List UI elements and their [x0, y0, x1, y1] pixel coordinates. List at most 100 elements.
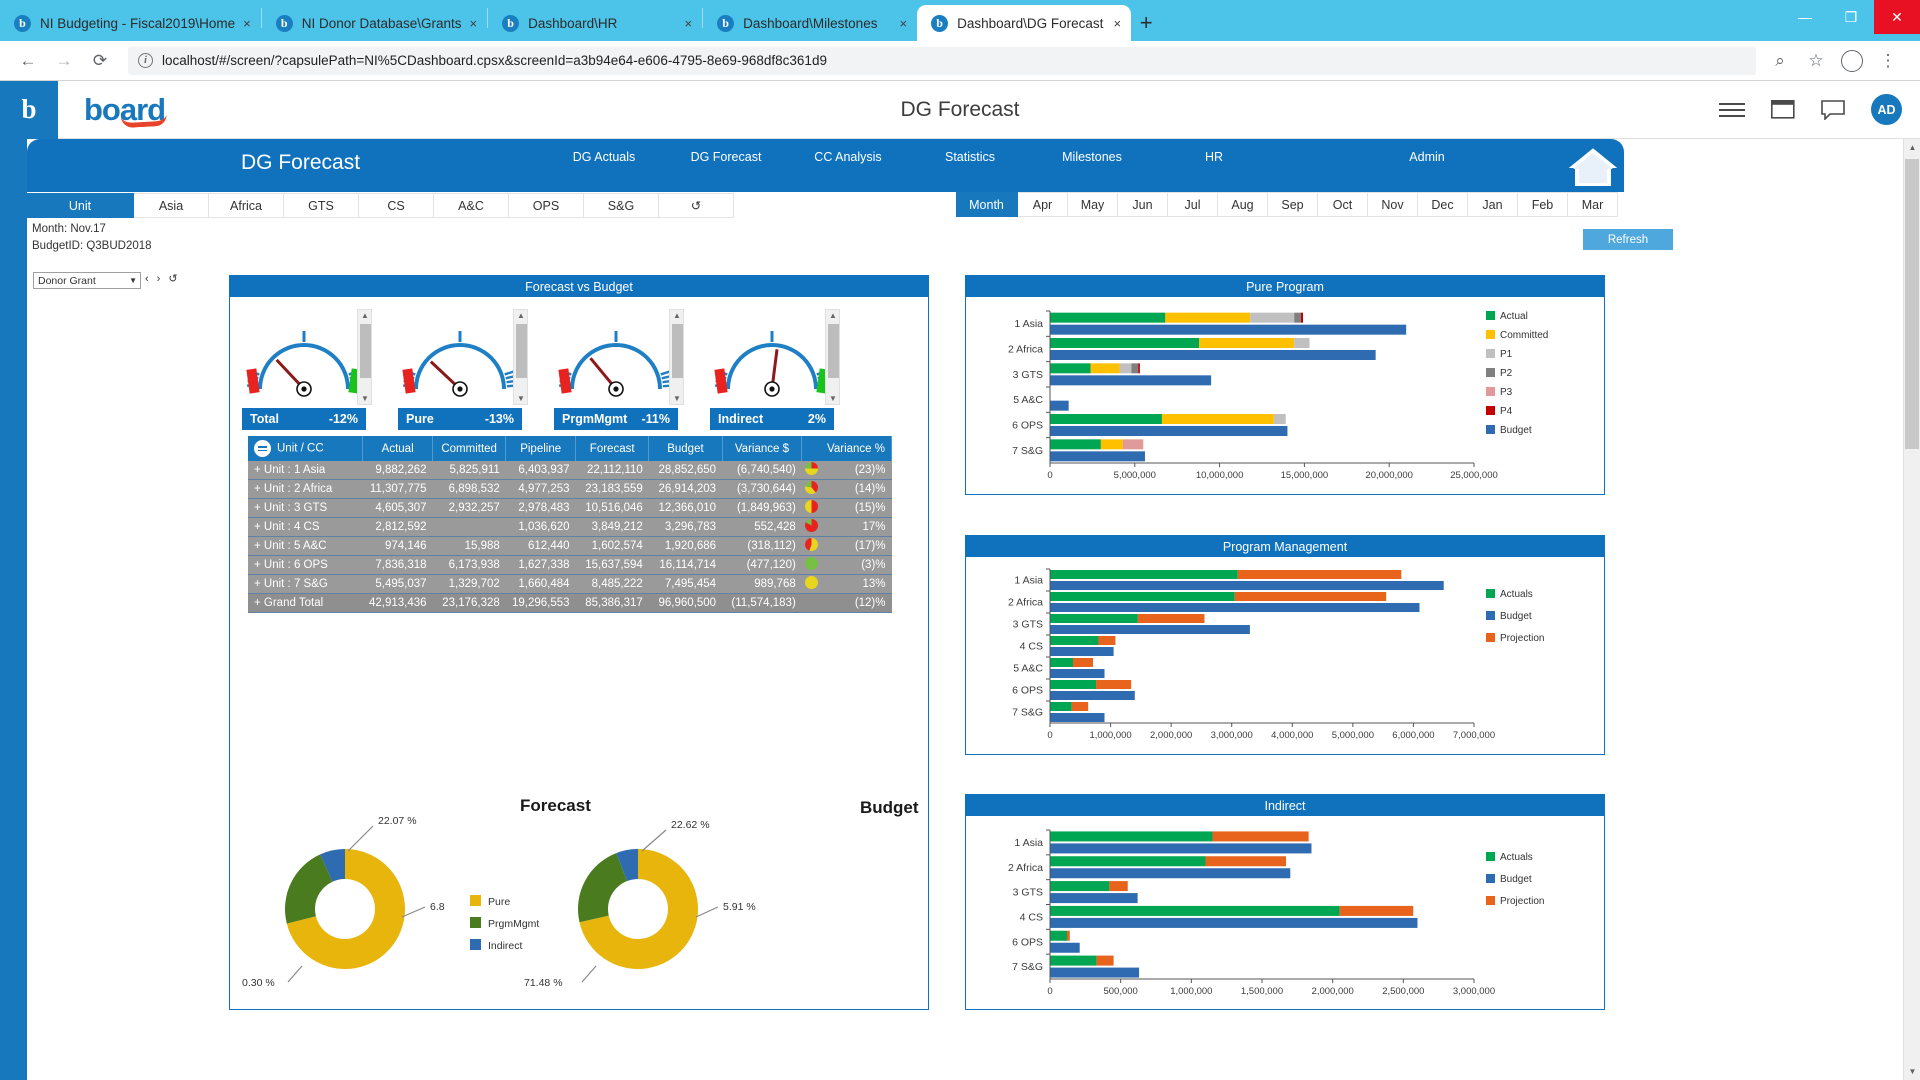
gauge-scrollbar[interactable]: ▲▼	[669, 309, 684, 405]
browser-tab[interactable]: bNI Budgeting - Fiscal2019\Home×	[0, 5, 261, 41]
table-row[interactable]: + Unit : 2 Africa11,307,7756,898,5324,97…	[248, 480, 892, 499]
comment-bubble-icon[interactable]	[1821, 100, 1845, 120]
browser-tab[interactable]: bNI Donor Database\Grants×	[262, 5, 487, 41]
gauge-scroll-thumb[interactable]	[360, 324, 371, 378]
gauge-scroll-up-icon[interactable]: ▲	[361, 311, 369, 320]
scroll-up-icon[interactable]: ▲	[1904, 139, 1920, 156]
nav-tab-milestones[interactable]: Milestones	[1031, 139, 1153, 188]
gauge-scrollbar[interactable]: ▲▼	[825, 309, 840, 405]
month-item-jun[interactable]: Jun	[1118, 192, 1168, 217]
user-avatar[interactable]: AD	[1871, 94, 1902, 125]
tab-close-icon[interactable]: ×	[243, 16, 251, 31]
home-icon[interactable]	[1562, 143, 1624, 190]
address-bar[interactable]: i localhost/#/screen/?capsulePath=NI%5CD…	[128, 47, 1756, 75]
unit-item-asia[interactable]: Asia	[134, 193, 209, 218]
table-row[interactable]: + Unit : 5 A&C974,14615,988612,4401,602,…	[248, 537, 892, 556]
month-item-jan[interactable]: Jan	[1468, 192, 1518, 217]
maximize-button[interactable]: ❐	[1828, 0, 1874, 34]
scroll-down-icon[interactable]: ▼	[1904, 1063, 1920, 1080]
table-col-header[interactable]: Pipeline	[506, 436, 576, 461]
table-col-header[interactable]: Variance $	[722, 436, 802, 461]
nav-tab-cc-analysis[interactable]: CC Analysis	[787, 139, 909, 188]
month-item-jul[interactable]: Jul	[1168, 192, 1218, 217]
tab-close-icon[interactable]: ×	[685, 16, 693, 31]
table-row[interactable]: + Unit : 3 GTS4,605,3072,932,2572,978,48…	[248, 499, 892, 518]
gauge-scroll-up-icon[interactable]: ▲	[517, 311, 525, 320]
unit-selector-label[interactable]: Unit	[27, 193, 134, 218]
gauge-scroll-thumb[interactable]	[672, 324, 683, 378]
month-item-may[interactable]: May	[1068, 192, 1118, 217]
month-item-feb[interactable]: Feb	[1518, 192, 1568, 217]
nav-tab-statistics[interactable]: Statistics	[909, 139, 1031, 188]
gauge-scrollbar[interactable]: ▲▼	[357, 309, 372, 405]
table-col-header[interactable]: Forecast	[576, 436, 649, 461]
page-scrollbar[interactable]: ▲ ▼	[1903, 139, 1920, 1080]
month-item-mar[interactable]: Mar	[1568, 192, 1618, 217]
browser-tab[interactable]: bDashboard\HR×	[488, 5, 702, 41]
minimize-button[interactable]: —	[1782, 0, 1828, 34]
table-row[interactable]: + Unit : 7 S&G5,495,0371,329,7021,660,48…	[248, 575, 892, 594]
nav-tab-hr[interactable]: HR	[1153, 139, 1275, 188]
refresh-button[interactable]: Refresh	[1583, 229, 1673, 250]
gauge-scroll-down-icon[interactable]: ▼	[673, 394, 681, 403]
next-icon[interactable]: ›	[157, 273, 161, 285]
gauge-scroll-thumb[interactable]	[516, 324, 527, 378]
close-window-button[interactable]: ✕	[1874, 0, 1920, 34]
unit-item-sandg[interactable]: S&G	[584, 193, 659, 218]
reset-filter-icon[interactable]: ↺	[168, 272, 177, 285]
table-row[interactable]: + Unit : 1 Asia9,882,2625,825,9116,403,9…	[248, 461, 892, 480]
tab-close-icon[interactable]: ×	[900, 16, 908, 31]
table-col-header[interactable]: Unit / CC	[248, 436, 363, 461]
tab-close-icon[interactable]: ×	[1114, 16, 1122, 31]
reload-icon[interactable]: ⟳	[84, 45, 116, 77]
month-item-aug[interactable]: Aug	[1218, 192, 1268, 217]
table-col-header[interactable]: Budget	[649, 436, 722, 461]
search-icon[interactable]: ⌕	[1764, 45, 1796, 77]
unit-item-cs[interactable]: CS	[359, 193, 434, 218]
hamburger-menu-icon[interactable]	[1719, 102, 1745, 118]
new-tab-button[interactable]: +	[1131, 8, 1161, 38]
table-row[interactable]: + Unit : 4 CS2,812,5921,036,6203,849,212…	[248, 518, 892, 537]
unit-item-aandc[interactable]: A&C	[434, 193, 509, 218]
nav-tab-dg-actuals[interactable]: DG Actuals	[543, 139, 665, 188]
gauge-scroll-down-icon[interactable]: ▼	[517, 394, 525, 403]
unit-item-gts[interactable]: GTS	[284, 193, 359, 218]
gauge-scroll-up-icon[interactable]: ▲	[829, 311, 837, 320]
donor-grant-select[interactable]: Donor Grant ▼	[33, 272, 141, 289]
unit-item-ops[interactable]: OPS	[509, 193, 584, 218]
window-panel-icon[interactable]	[1771, 100, 1795, 119]
prev-icon[interactable]: ‹	[145, 273, 149, 285]
table-col-header[interactable]: Variance %	[821, 436, 891, 461]
month-item-dec[interactable]: Dec	[1418, 192, 1468, 217]
month-item-oct[interactable]: Oct	[1318, 192, 1368, 217]
table-row[interactable]: + Grand Total42,913,43623,176,32819,296,…	[248, 594, 892, 613]
site-info-icon[interactable]: i	[138, 53, 153, 68]
gauge-scroll-thumb[interactable]	[828, 324, 839, 378]
unit-reset-icon[interactable]: ↺	[659, 193, 734, 218]
grid-menu-icon[interactable]	[254, 440, 271, 457]
browser-menu-icon[interactable]: ⋮	[1872, 45, 1904, 77]
gauge-scroll-up-icon[interactable]: ▲	[673, 311, 681, 320]
month-item-nov[interactable]: Nov	[1368, 192, 1418, 217]
nav-tab-dg-forecast[interactable]: DG Forecast	[665, 139, 787, 188]
nav-tab-admin[interactable]: Admin	[1337, 139, 1517, 188]
unit-item-africa[interactable]: Africa	[209, 193, 284, 218]
month-item-sep[interactable]: Sep	[1268, 192, 1318, 217]
scrollbar-thumb[interactable]	[1905, 159, 1919, 449]
back-icon[interactable]: ←	[12, 45, 44, 77]
table-col-header[interactable]: Committed	[433, 436, 506, 461]
table-col-header[interactable]: Actual	[363, 436, 433, 461]
forward-icon[interactable]: →	[48, 45, 80, 77]
gauge-scroll-down-icon[interactable]: ▼	[361, 394, 369, 403]
browser-tab[interactable]: bDashboard\Milestones×	[703, 5, 917, 41]
gauge-scroll-down-icon[interactable]: ▼	[829, 394, 837, 403]
browser-tab[interactable]: bDashboard\DG Forecast×	[917, 5, 1131, 41]
profile-avatar-icon[interactable]	[1836, 45, 1868, 77]
tab-close-icon[interactable]: ×	[470, 16, 478, 31]
gauge-scrollbar[interactable]: ▲▼	[513, 309, 528, 405]
month-selector-label[interactable]: Month	[956, 192, 1018, 217]
table-col-header[interactable]	[802, 436, 821, 461]
app-logo-icon[interactable]: b	[0, 81, 58, 139]
month-item-apr[interactable]: Apr	[1018, 192, 1068, 217]
bookmark-star-icon[interactable]: ☆	[1800, 45, 1832, 77]
